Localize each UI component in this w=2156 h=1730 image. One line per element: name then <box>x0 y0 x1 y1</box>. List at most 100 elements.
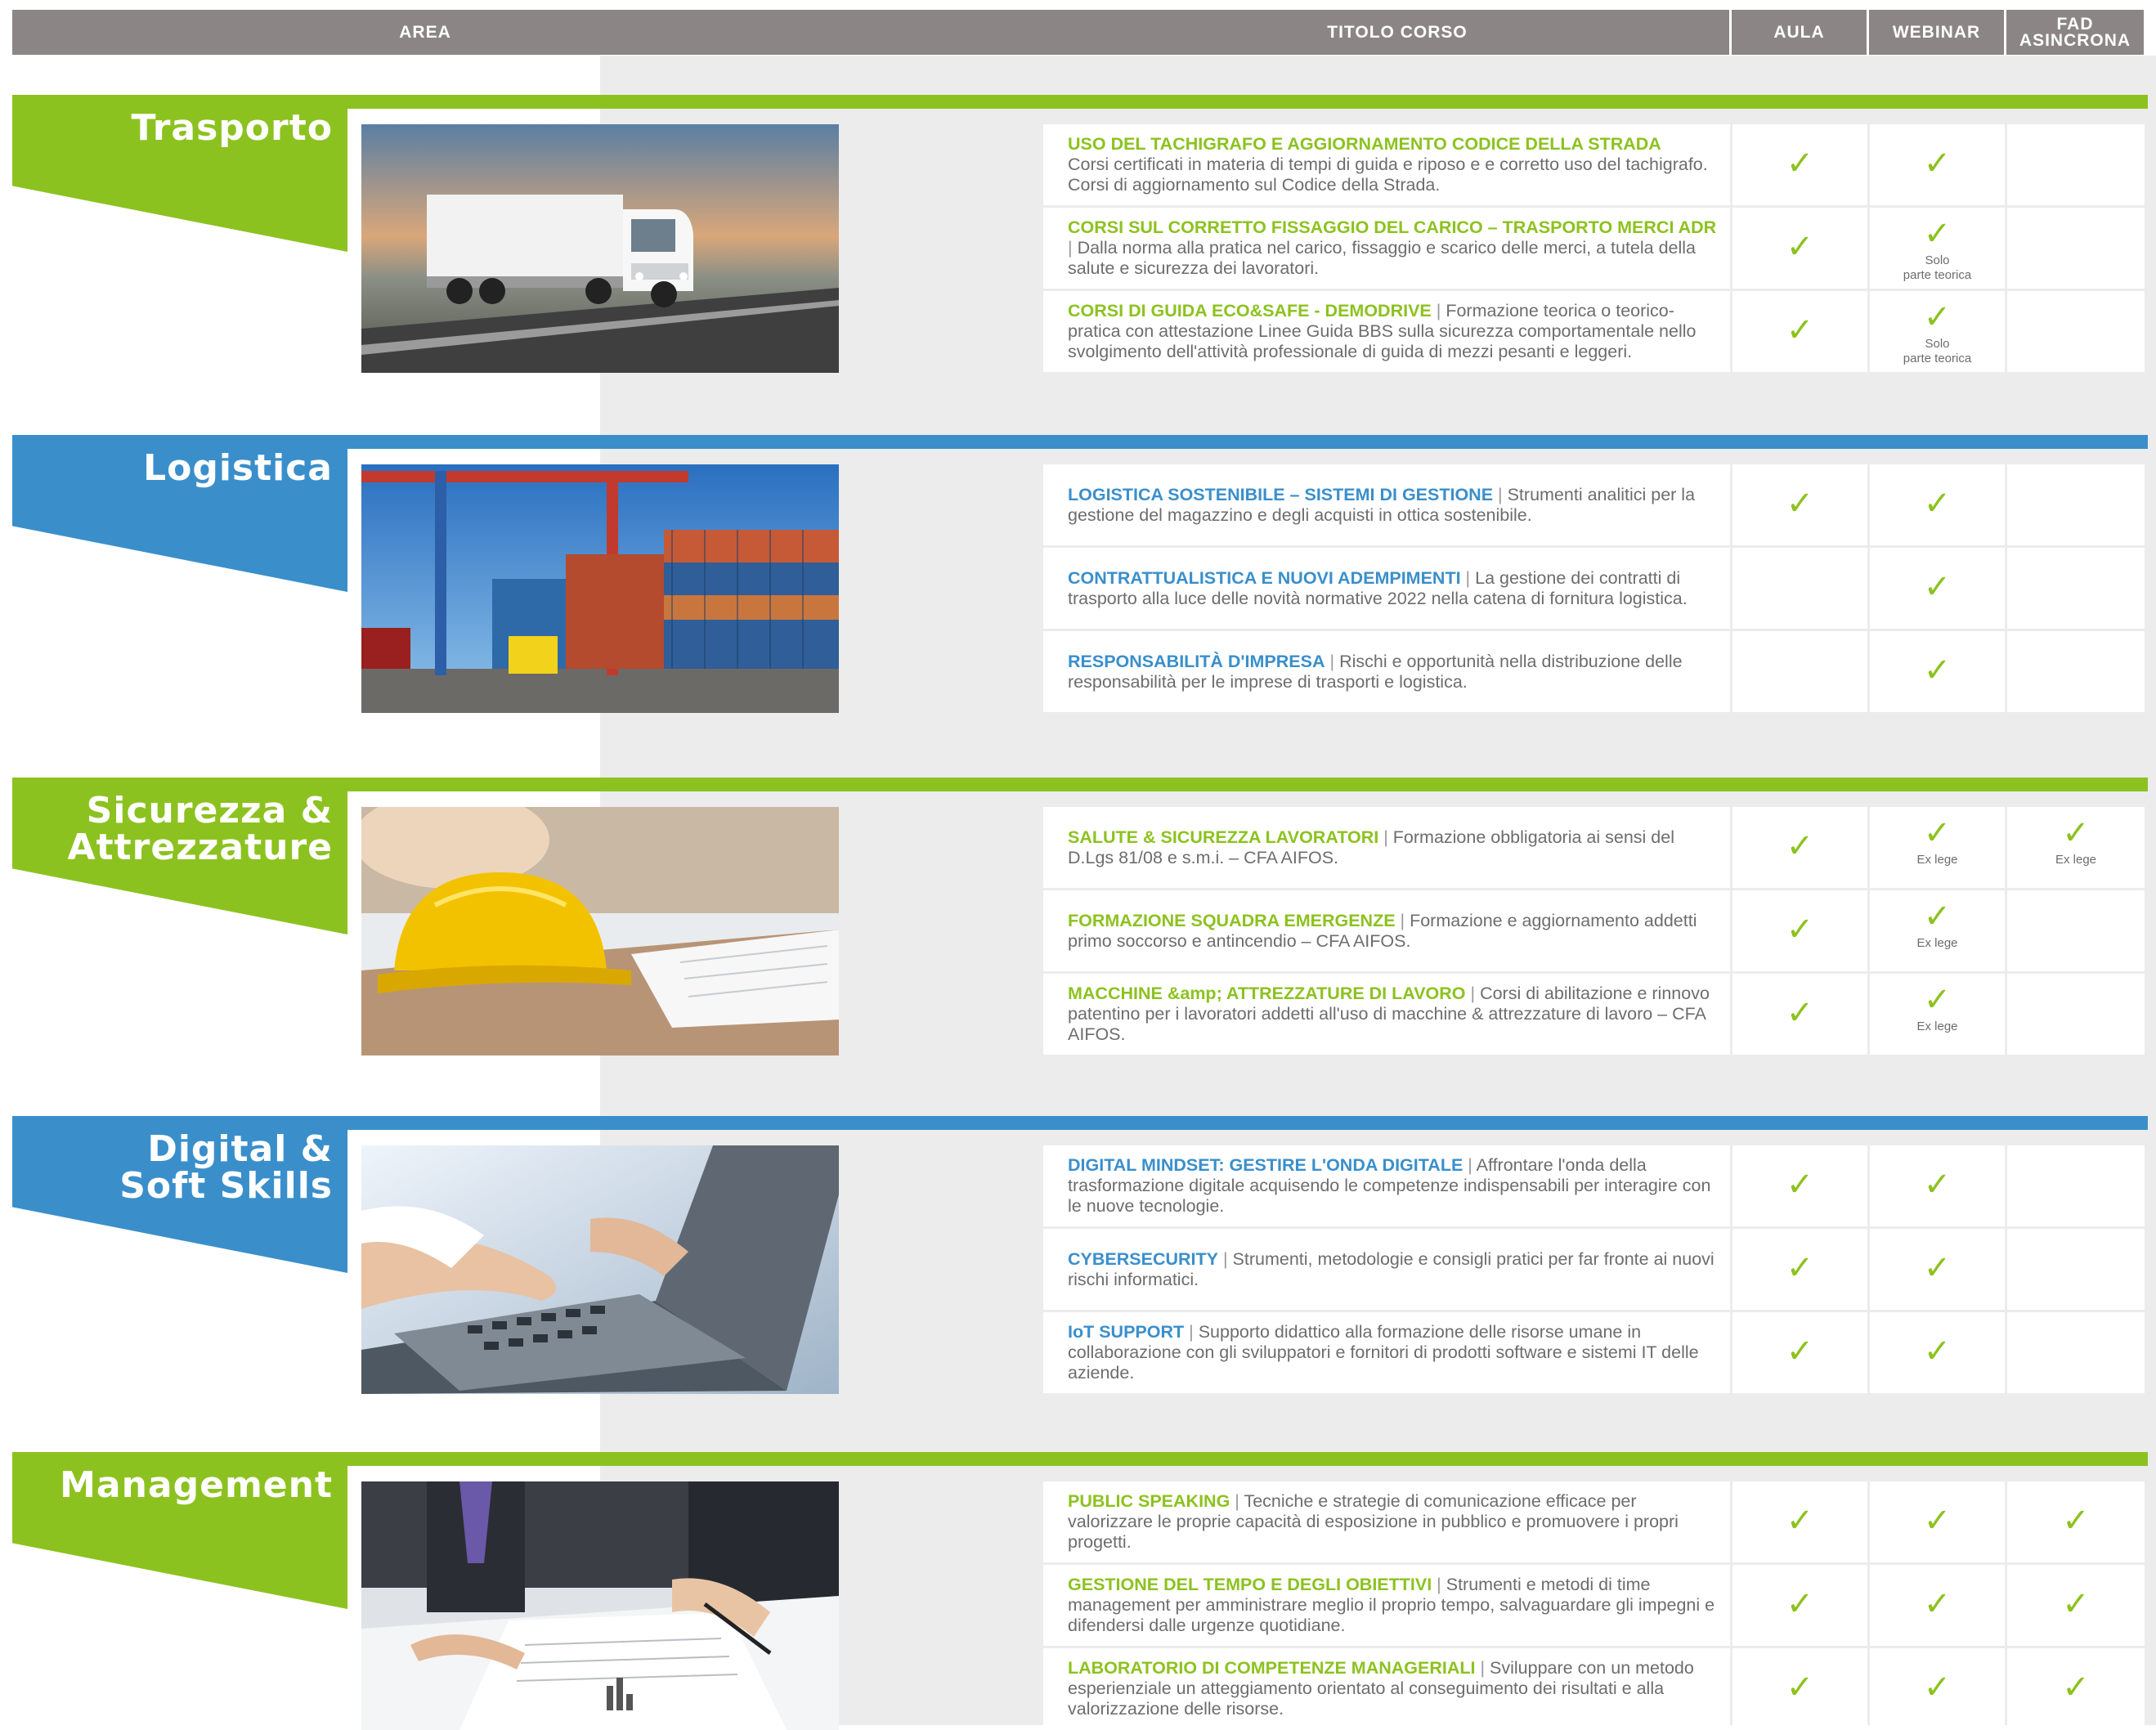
webinar-note-line: Solo <box>1925 337 1950 351</box>
area-title-line: Trasporto <box>131 107 333 149</box>
course-cell: PUBLIC SPEAKING | Tecniche e strategie d… <box>1043 1481 1730 1562</box>
webinar-cell: ✓ <box>1870 1145 2005 1226</box>
course-text: LOGISTICA SOSTENIBILE – SISTEMI DI GESTI… <box>1068 464 1722 545</box>
course-paragraph: LABORATORIO DI COMPETENZE MANAGERIALI | … <box>1068 1658 1722 1719</box>
aula-cell: ✓ <box>1732 1312 1867 1393</box>
table-row: USO DEL TACHIGRAFO E AGGIORNAMENTO CODIC… <box>1043 124 2145 205</box>
area-title-line: Soft Skills <box>119 1165 333 1207</box>
area-title-line: Attrezzature <box>67 827 333 868</box>
header-fad-line1: FAD <box>2056 14 2094 34</box>
course-text: USO DEL TACHIGRAFO E AGGIORNAMENTO CODIC… <box>1068 124 1722 205</box>
course-paragraph: LOGISTICA SOSTENIBILE – SISTEMI DI GESTI… <box>1068 485 1722 526</box>
webinar-note-line: parte teorica <box>1903 352 1972 365</box>
course-title: PUBLIC SPEAKING <box>1068 1491 1230 1511</box>
section-stripe <box>343 95 2148 109</box>
aula-cell: ✓ <box>1732 1145 1867 1226</box>
port-containers-photo <box>361 464 839 713</box>
webinar-cell: ✓ <box>1870 1481 2005 1562</box>
course-separator: | <box>1465 984 1481 1003</box>
course-text: DIGITAL MINDSET: GESTIRE L'ONDA DIGITALE… <box>1068 1145 1722 1226</box>
webinar-note-line: Ex lege <box>1916 853 1958 867</box>
course-title: LOGISTICA SOSTENIBILE – SISTEMI DI GESTI… <box>1068 484 1494 504</box>
course-cell: CORSI SUL CORRETTO FISSAGGIO DEL CARICO … <box>1043 208 1730 289</box>
area-banner: Digital & Soft Skills <box>12 1116 347 1273</box>
course-title: SALUTE & SICUREZZA LAVORATORI <box>1068 827 1379 847</box>
course-cell: LOGISTICA SOSTENIBILE – SISTEMI DI GESTI… <box>1043 464 1730 545</box>
webinar-check-icon: ✓ <box>1923 1166 1952 1203</box>
aula-check-icon: ✓ <box>1786 1669 1814 1706</box>
aula-cell: ✓ <box>1732 1565 1867 1646</box>
webinar-note: Solo parte teorica <box>1870 253 2005 283</box>
section-stripe <box>343 1116 2148 1130</box>
fad-note: Ex lege <box>2007 853 2145 867</box>
course-paragraph: FORMAZIONE SQUADRA EMERGENZE | Formazion… <box>1068 911 1722 952</box>
course-cell: RESPONSABILITÀ D'IMPRESA | Rischi e oppo… <box>1043 631 1730 712</box>
fad-cell <box>2007 890 2145 971</box>
course-text: FORMAZIONE SQUADRA EMERGENZE | Formazion… <box>1068 890 1722 971</box>
course-cell: DIGITAL MINDSET: GESTIRE L'ONDA DIGITALE… <box>1043 1145 1730 1226</box>
area-banner: Trasporto <box>12 95 347 252</box>
webinar-note: Ex lege <box>1870 936 2005 951</box>
aula-cell <box>1732 631 1867 712</box>
table-row: MACCHINE &amp; ATTREZZATURE DI LAVORO | … <box>1043 974 2145 1055</box>
header-fad-line2: ASINCRONA <box>2019 30 2131 50</box>
area-title: Logistica <box>14 450 333 486</box>
table-row: CORSI SUL CORRETTO FISSAGGIO DEL CARICO … <box>1043 208 2145 289</box>
area-title: Sicurezza & Attrezzature <box>14 792 333 866</box>
webinar-check-icon: ✓ <box>1923 145 1952 182</box>
webinar-check-icon: ✓ <box>1923 652 1952 689</box>
course-text: MACCHINE &amp; ATTREZZATURE DI LAVORO | … <box>1068 974 1722 1055</box>
course-cell: GESTIONE DEL TEMPO E DEGLI OBIETTIVI | S… <box>1043 1565 1730 1646</box>
webinar-cell: ✓ Ex lege <box>1870 807 2005 888</box>
webinar-check-icon: ✓ <box>1923 981 1952 1019</box>
course-paragraph: MACCHINE &amp; ATTREZZATURE DI LAVORO | … <box>1068 984 1722 1045</box>
webinar-cell: ✓ <box>1870 1312 2005 1393</box>
webinar-cell: ✓ <box>1870 124 2005 205</box>
section-stripe <box>343 778 2148 791</box>
course-paragraph: RESPONSABILITÀ D'IMPRESA | Rischi e oppo… <box>1068 652 1722 692</box>
aula-check-icon: ✓ <box>1786 1502 1814 1540</box>
webinar-note: Solo parte teorica <box>1870 337 2005 366</box>
webinar-note: Ex lege <box>1870 1020 2005 1034</box>
webinar-note-line: parte teorica <box>1903 268 1972 282</box>
aula-cell: ✓ <box>1732 464 1867 545</box>
aula-cell: ✓ <box>1732 208 1867 289</box>
webinar-check-icon: ✓ <box>1923 898 1952 935</box>
area-title-line: Sicurezza & <box>86 790 333 831</box>
aula-check-icon: ✓ <box>1786 145 1814 182</box>
header-fad-asincrona: FAD ASINCRONA <box>2006 10 2144 55</box>
table-row: CONTRATTUALISTICA E NUOVI ADEMPIMENTI | … <box>1043 548 2145 629</box>
aula-cell: ✓ <box>1732 1648 1867 1729</box>
webinar-check-icon: ✓ <box>1923 1502 1952 1540</box>
fad-check-icon: ✓ <box>2062 1502 2090 1540</box>
header-webinar: WEBINAR <box>1892 22 1981 42</box>
webinar-cell: ✓ Solo parte teorica <box>1870 291 2005 372</box>
table-row: GESTIONE DEL TEMPO E DEGLI OBIETTIVI | S… <box>1043 1565 2145 1646</box>
course-title: USO DEL TACHIGRAFO E AGGIORNAMENTO CODIC… <box>1068 134 1661 154</box>
hard-hat-photo <box>361 807 839 1055</box>
webinar-cell: ✓ <box>1870 1648 2005 1729</box>
course-separator: | <box>1378 827 1393 847</box>
webinar-cell: ✓ <box>1870 1565 2005 1646</box>
table-row: CORSI DI GUIDA ECO&SAFE - DEMODRIVE | Fo… <box>1043 291 2145 372</box>
section-stripe <box>343 1452 2148 1466</box>
webinar-check-icon: ✓ <box>1923 568 1952 606</box>
table-row: RESPONSABILITÀ D'IMPRESA | Rischi e oppo… <box>1043 631 2145 712</box>
fad-check-icon: ✓ <box>2062 814 2090 852</box>
aula-check-icon: ✓ <box>1786 827 1814 865</box>
table-row: IoT SUPPORT | Supporto didattico alla fo… <box>1043 1312 2145 1393</box>
aula-check-icon: ✓ <box>1786 1166 1814 1203</box>
webinar-note: Ex lege <box>1870 853 2005 867</box>
course-section: Management PUBLIC SPEAKING | Tecniche e … <box>0 1452 2156 1730</box>
course-cell: CONTRATTUALISTICA E NUOVI ADEMPIMENTI | … <box>1043 548 1730 629</box>
webinar-check-icon: ✓ <box>1923 215 1952 253</box>
course-title: IoT SUPPORT <box>1068 1322 1185 1342</box>
aula-check-icon: ✓ <box>1786 485 1814 522</box>
course-title: CYBERSECURITY <box>1068 1248 1218 1269</box>
course-table: SALUTE & SICUREZZA LAVORATORI | Formazio… <box>1043 807 2145 1055</box>
webinar-note-line: Solo <box>1925 253 1950 267</box>
webinar-cell: ✓ <box>1870 464 2005 545</box>
fad-check-icon: ✓ <box>2062 1585 2090 1623</box>
course-section: Digital & Soft Skills DIGITAL MINDSET: GE… <box>0 1116 2156 1394</box>
webinar-note-line: Ex lege <box>1916 936 1958 950</box>
